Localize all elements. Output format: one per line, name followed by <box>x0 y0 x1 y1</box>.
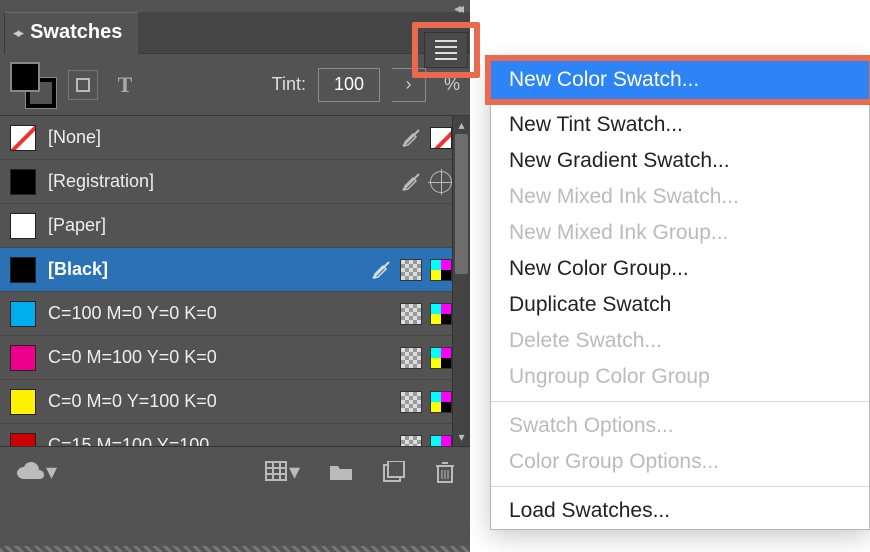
new-swatch-button[interactable] <box>382 461 406 483</box>
global-swatch-icon <box>400 347 422 369</box>
cc-libraries-button[interactable]: ▾ <box>14 459 57 485</box>
menu-item[interactable]: Duplicate Swatch <box>491 287 869 323</box>
menu-item[interactable]: New Color Group... <box>491 251 869 287</box>
swatch-row[interactable]: C=0 M=0 Y=100 K=0 <box>0 380 470 424</box>
noedit-icon <box>400 171 422 193</box>
swatch-name: C=100 M=0 Y=0 K=0 <box>48 303 388 324</box>
swatch-color-icon <box>10 301 36 327</box>
swatch-badges <box>400 127 452 149</box>
tint-label: Tint: <box>272 74 306 95</box>
swatch-color-icon <box>10 433 36 447</box>
swatch-name: C=15 M=100 Y=100 <box>48 435 388 446</box>
global-swatch-icon <box>400 391 422 413</box>
swatch-list: [None] [Registration] [Paper] [Black] C=100 … <box>0 116 470 446</box>
swatch-badges <box>400 391 452 413</box>
menu-item-highlight: New Color Swatch... <box>485 55 870 105</box>
collapse-panel-icon[interactable]: ◂◂ <box>454 0 460 17</box>
swatch-row[interactable]: [Registration] <box>0 160 470 204</box>
panel-menu-button[interactable] <box>424 32 468 68</box>
swatch-color-icon <box>10 389 36 415</box>
swatches-tab[interactable]: ◂▸ Swatches <box>4 12 138 54</box>
menu-item: New Mixed Ink Swatch... <box>491 179 869 215</box>
swatch-row[interactable]: [None] <box>0 116 470 160</box>
show-options-button[interactable]: ▾ <box>265 459 300 485</box>
container-formatting-button[interactable] <box>68 70 98 100</box>
swatch-color-icon <box>10 345 36 371</box>
swatch-name: [Registration] <box>48 171 388 192</box>
menu-item[interactable]: New Color Swatch... <box>491 61 869 99</box>
swatch-name: C=0 M=100 Y=0 K=0 <box>48 347 388 368</box>
swatch-badges <box>400 435 452 447</box>
panel-footer: ▾ ▾ <box>0 446 470 496</box>
swatch-row[interactable]: C=15 M=100 Y=100 <box>0 424 470 446</box>
global-swatch-icon <box>400 303 422 325</box>
swatch-color-icon <box>10 169 36 195</box>
scrollbar[interactable]: ▴ ▾ <box>452 116 470 446</box>
process-color-icon <box>430 391 452 413</box>
swatch-name: [Paper] <box>48 215 440 236</box>
tint-input[interactable] <box>318 68 380 102</box>
process-color-icon <box>430 435 452 447</box>
menu-item[interactable]: New Gradient Swatch... <box>491 143 869 179</box>
menu-item: Delete Swatch... <box>491 323 869 359</box>
swatch-tool-row: T Tint: › % <box>0 54 470 116</box>
text-formatting-button[interactable]: T <box>110 70 140 100</box>
panel-flyout-menu: New Color Swatch...New Tint Swatch...New… <box>490 60 870 530</box>
swatch-color-icon <box>10 125 36 151</box>
swatch-name: [Black] <box>48 259 358 280</box>
swatch-color-icon <box>10 213 36 239</box>
swatch-badges <box>370 259 452 281</box>
swatch-row[interactable]: C=0 M=100 Y=0 K=0 <box>0 336 470 380</box>
swatch-color-icon <box>10 257 36 283</box>
menu-item[interactable]: Load Swatches... <box>491 493 869 529</box>
process-color-icon <box>430 303 452 325</box>
new-group-button[interactable] <box>328 462 354 482</box>
menu-item: Ungroup Color Group <box>491 359 869 395</box>
swatch-badges <box>400 171 452 193</box>
scroll-down-icon[interactable]: ▾ <box>453 428 470 446</box>
global-swatch-icon <box>400 259 422 281</box>
scroll-up-icon[interactable]: ▴ <box>453 116 470 134</box>
resize-handle[interactable] <box>0 546 470 552</box>
swatch-row[interactable]: [Paper] <box>0 204 470 248</box>
delete-swatch-button[interactable] <box>434 460 456 484</box>
menu-separator <box>491 401 869 402</box>
swatches-panel: ◂◂ ◂▸ Swatches T Tint: › % [None] [Regist… <box>0 0 470 552</box>
menu-item: Swatch Options... <box>491 408 869 444</box>
noedit-icon <box>400 127 422 149</box>
menu-separator <box>491 486 869 487</box>
menu-item: New Mixed Ink Group... <box>491 215 869 251</box>
panel-title: Swatches <box>30 21 122 44</box>
swatch-row[interactable]: [Black] <box>0 248 470 292</box>
swatch-name: [None] <box>48 127 388 148</box>
global-swatch-icon <box>400 435 422 447</box>
menu-item: Color Group Options... <box>491 444 869 480</box>
swatch-badges <box>400 347 452 369</box>
menu-item[interactable]: New Tint Swatch... <box>491 107 869 143</box>
process-color-icon <box>430 347 452 369</box>
swatch-badges <box>400 303 452 325</box>
noedit-icon <box>370 259 392 281</box>
none-indicator-icon <box>430 127 452 149</box>
panel-tabs: ◂▸ Swatches <box>0 0 470 54</box>
chevron-toggle-icon[interactable]: ◂▸ <box>13 25 22 41</box>
registration-icon <box>430 171 452 193</box>
panel-menu-highlight <box>412 22 480 78</box>
fill-stroke-toggle[interactable] <box>10 62 56 108</box>
process-color-icon <box>430 259 452 281</box>
scroll-thumb[interactable] <box>455 134 468 274</box>
swatch-row[interactable]: C=100 M=0 Y=0 K=0 <box>0 292 470 336</box>
swatch-name: C=0 M=0 Y=100 K=0 <box>48 391 388 412</box>
